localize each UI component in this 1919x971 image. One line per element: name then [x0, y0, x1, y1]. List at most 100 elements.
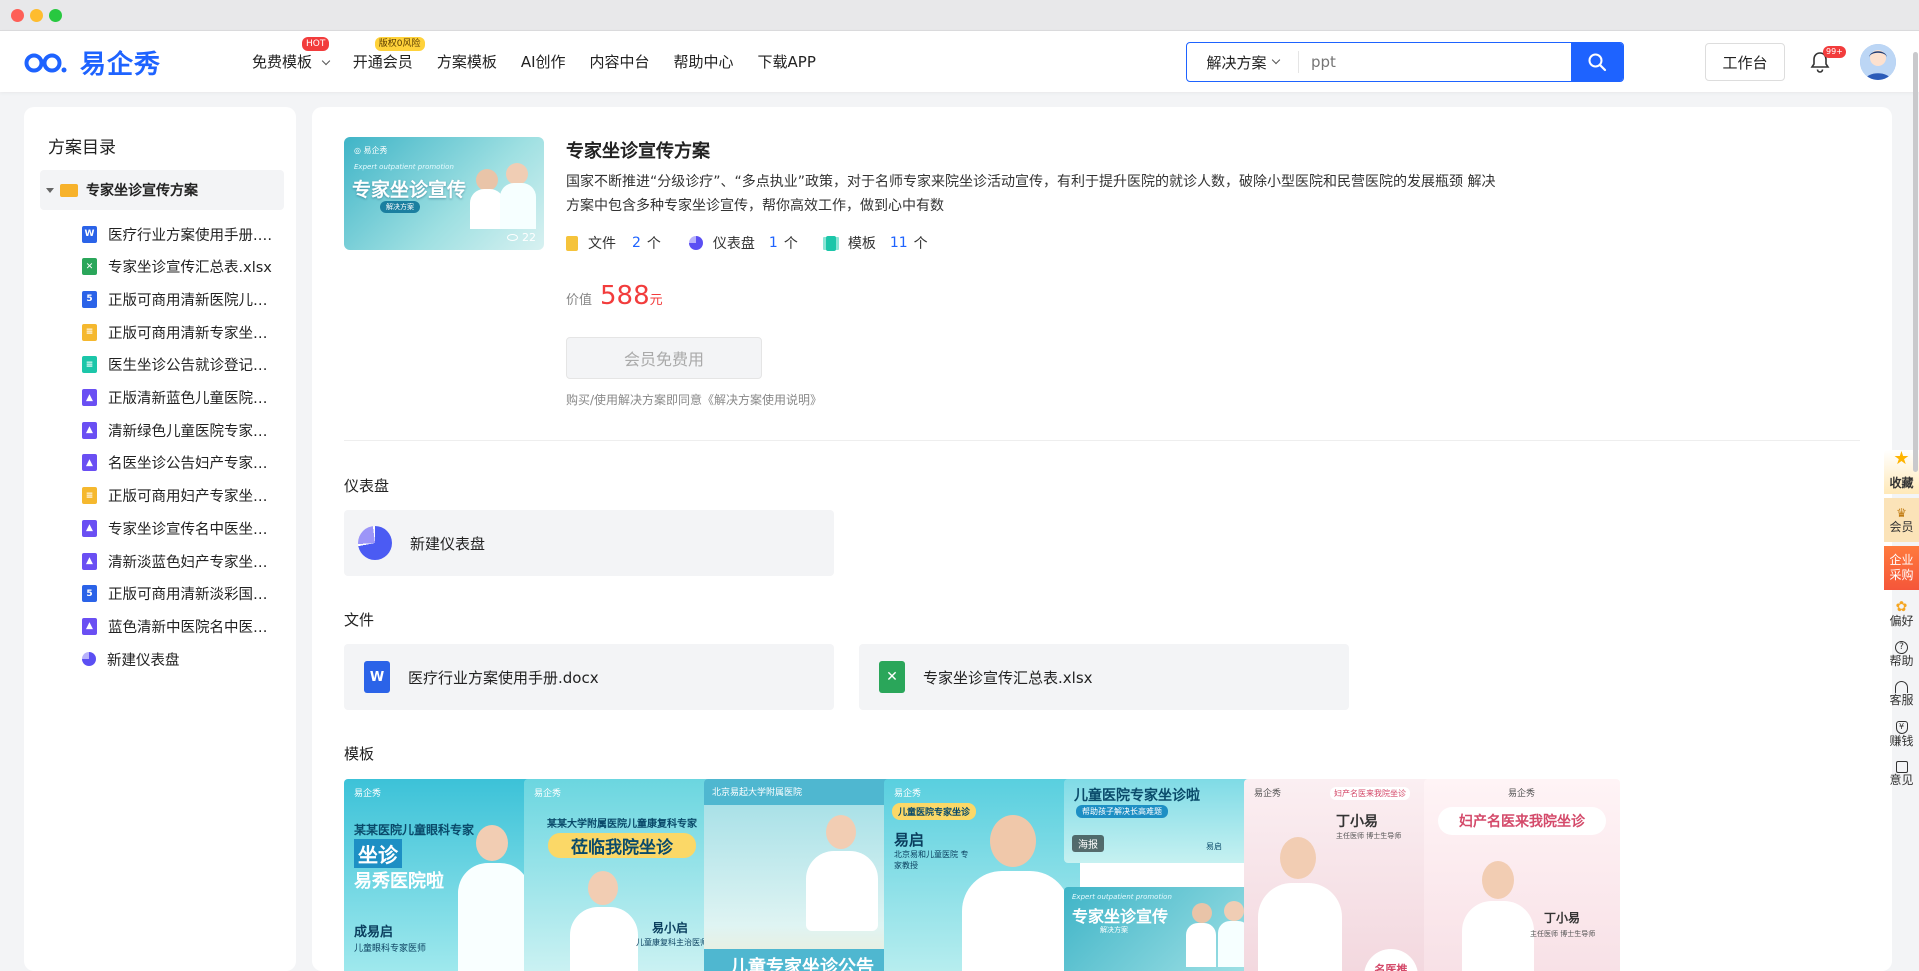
sidebar-file-item[interactable]: 5 正版可商用清新淡彩国… [82, 583, 292, 605]
sidebar-file-label: 专家坐诊宣传名中医坐… [108, 521, 268, 538]
sidebar-file-item[interactable]: 5 正版可商用清新医院儿… [82, 288, 292, 310]
price-label: 价值 [566, 293, 593, 308]
dashboard-card[interactable]: 新建仪表盘 [344, 510, 834, 576]
template-brand: 易企秀 [894, 789, 922, 799]
template-card[interactable]: 易企秀 某某大学附属医院儿童康复科专家 莅临我院坐诊 易小启 儿童康复科主治医师 [524, 779, 720, 971]
excel-icon: ✕ [82, 258, 97, 276]
stat-count: 11 [889, 235, 908, 251]
sidebar-root-folder[interactable]: 专家坐诊宣传方案 [40, 170, 284, 210]
file-name: 专家坐诊宣传汇总表.xlsx [923, 668, 1093, 687]
sidebar-file-item[interactable]: ▲ 清新淡蓝色妇产专家坐… [82, 550, 292, 572]
price-value: 588 [600, 281, 650, 311]
template-line1: 妇产名医来我院坐诊 [1330, 787, 1410, 800]
sidebar-file-item[interactable]: ▲ 正版清新蓝色儿童医院… [82, 387, 292, 409]
template-card[interactable]: 北京易起大学附属医院 儿童专家坐诊公告 [704, 779, 900, 971]
customer-service-button[interactable]: 客服 [1884, 676, 1919, 712]
maximize-window-button[interactable] [49, 9, 62, 22]
user-avatar[interactable] [1860, 44, 1896, 80]
nav-help-center[interactable]: 帮助中心 [674, 51, 734, 72]
nav-ai-create[interactable]: AI创作 [521, 51, 566, 72]
template-card[interactable]: 易企秀 妇产名医来我院坐诊 丁小易 主任医师 博士生导师 [1424, 779, 1620, 971]
enterprise-purchase-button[interactable]: 企业采购 [1884, 546, 1919, 590]
template-card[interactable]: Expert outpatient promotion 专家坐诊宣传 解决方案 [1064, 887, 1260, 971]
template-doctor-name: 成易启 [354, 925, 394, 940]
files-section-title: 文件 [344, 611, 375, 629]
enterprise-purchase-label: 企业采购 [1889, 553, 1914, 582]
sidebar-file-item[interactable]: ≡ 医生坐诊公告就诊登记… [82, 354, 292, 376]
sidebar-file-item[interactable]: W 医疗行业方案使用手册.… [82, 223, 292, 245]
image-icon: ▲ [82, 454, 97, 472]
member-free-use-button[interactable]: 会员免费用 [566, 337, 762, 379]
nav-label: 帮助中心 [673, 53, 734, 71]
chevron-down-icon [321, 56, 331, 66]
search-button[interactable] [1571, 43, 1623, 81]
agreement-text[interactable]: 购买/使用解决方案即同意《解决方案使用说明》 [566, 391, 822, 408]
sidebar-file-item[interactable]: ▲ 清新绿色儿童医院专家… [82, 419, 292, 441]
search-input[interactable] [1299, 43, 1571, 81]
stat-unit: 个 [783, 236, 798, 252]
nav-label: AI创作 [520, 53, 566, 71]
sidebar-file-item[interactable]: ≡ 正版可商用妇产专家坐… [82, 485, 292, 507]
template-doctor-role: 儿童眼科专家医师 [354, 944, 427, 954]
doc-icon: ≡ [82, 487, 97, 505]
top-header: 易企秀 HOT 免费模板 版权0风险 开通会员 方案模板 AI创作 内容中台 帮… [0, 31, 1919, 92]
doctor-illustration [956, 809, 1076, 971]
nav-free-templates[interactable]: HOT 免费模板 [252, 37, 331, 72]
close-window-button[interactable] [11, 9, 24, 22]
stat-templates: 模板 11 个 [825, 233, 928, 253]
nav-download-app[interactable]: 下载APP [758, 51, 816, 72]
template-card[interactable]: 易企秀 儿童医院专家坐诊 易启 北京易和儿童医院 专家教授 [884, 779, 1080, 971]
divider [344, 440, 1860, 441]
doctor-illustration [1458, 857, 1538, 971]
doc-icon: ≡ [82, 323, 97, 341]
logo[interactable]: 易企秀 [24, 44, 161, 81]
sidebar-file-item[interactable]: ✕ 专家坐诊宣传汇总表.xlsx [82, 256, 292, 278]
template-line1: 儿童医院专家坐诊啦 [1074, 788, 1200, 804]
sidebar-file-item[interactable]: ▲ 专家坐诊宣传名中医坐… [82, 517, 292, 539]
stat-dashboards: 仪表盘 1 个 [688, 233, 798, 253]
nav-solution-templates[interactable]: 方案模板 [437, 51, 497, 72]
template-doctor-name: 丁小易 [1544, 911, 1581, 925]
template-line1: 某某大学附属医院儿童康复科专家 [547, 819, 697, 830]
logo-text: 易企秀 [80, 50, 162, 80]
earn-money-button[interactable]: ¥ 赚钱 [1884, 716, 1919, 752]
money-icon: ¥ [1895, 720, 1908, 734]
solution-sidebar: 方案目录 专家坐诊宣传方案 W 医疗行业方案使用手册.… ✕ 专家坐诊宣传汇总表.xl… [24, 107, 296, 971]
form-icon: ≡ [82, 356, 97, 374]
sidebar-file-item[interactable]: 新建仪表盘 [82, 648, 292, 670]
dashboard-card-label: 新建仪表盘 [410, 534, 486, 553]
help-label: 帮助 [1889, 653, 1914, 668]
nav-label: 内容中台 [589, 53, 650, 71]
template-card[interactable]: 易企秀 妇产名医来我院坐诊 丁小易 主任医师 博士生导师 名医推荐 [1244, 779, 1440, 971]
doctor-illustration [1254, 831, 1344, 971]
nav-membership[interactable]: 版权0风险 开通会员 [353, 37, 425, 72]
sidebar-file-label: 蓝色清新中医院名中医… [108, 619, 268, 636]
template-card[interactable]: 儿童医院专家坐诊啦 帮助孩子解决长高难题 海报 易启 [1064, 779, 1260, 863]
stat-label: 文件 [588, 236, 616, 252]
caret-down-icon [46, 187, 54, 193]
sidebar-file-label: 正版可商用清新医院儿… [108, 292, 268, 309]
cover-views: 22 [507, 231, 536, 244]
nav-content-center[interactable]: 内容中台 [590, 51, 650, 72]
file-card-xlsx[interactable]: ✕ 专家坐诊宣传汇总表.xlsx [859, 644, 1349, 710]
solution-cover-image[interactable]: ◎ 易企秀 Expert outpatient promotion 专家坐诊宣传… [344, 137, 544, 250]
preference-button[interactable]: ✿ 偏好 [1884, 596, 1919, 632]
workbench-button[interactable]: 工作台 [1705, 43, 1785, 81]
feedback-button[interactable]: 意见 [1884, 756, 1919, 792]
sidebar-file-item[interactable]: ≡ 正版可商用清新专家坐… [82, 321, 292, 343]
file-card-docx[interactable]: W 医疗行业方案使用手册.docx [344, 644, 834, 710]
main-nav: HOT 免费模板 版权0风险 开通会员 方案模板 AI创作 内容中台 帮助中心 … [252, 31, 840, 92]
help-button[interactable]: ? 帮助 [1884, 636, 1919, 672]
page-scrollbar[interactable] [1913, 52, 1918, 472]
sidebar-file-item[interactable]: ▲ 名医坐诊公告妇产专家… [82, 452, 292, 474]
template-card[interactable]: 易企秀 某某医院儿童眼科专家 坐诊 易秀医院啦 成易启 儿童眼科专家医师 [344, 779, 540, 971]
doctor-illustration [800, 811, 884, 931]
window-titlebar [0, 0, 1919, 31]
search-type-select[interactable]: 解决方案 [1187, 51, 1299, 73]
eye-icon [507, 234, 518, 241]
member-button[interactable]: ♛ 会员 [1884, 498, 1919, 542]
image-icon: ▲ [82, 421, 97, 439]
minimize-window-button[interactable] [30, 9, 43, 22]
pie-chart-icon [358, 526, 392, 560]
sidebar-file-item[interactable]: ▲ 蓝色清新中医院名中医… [82, 615, 292, 637]
